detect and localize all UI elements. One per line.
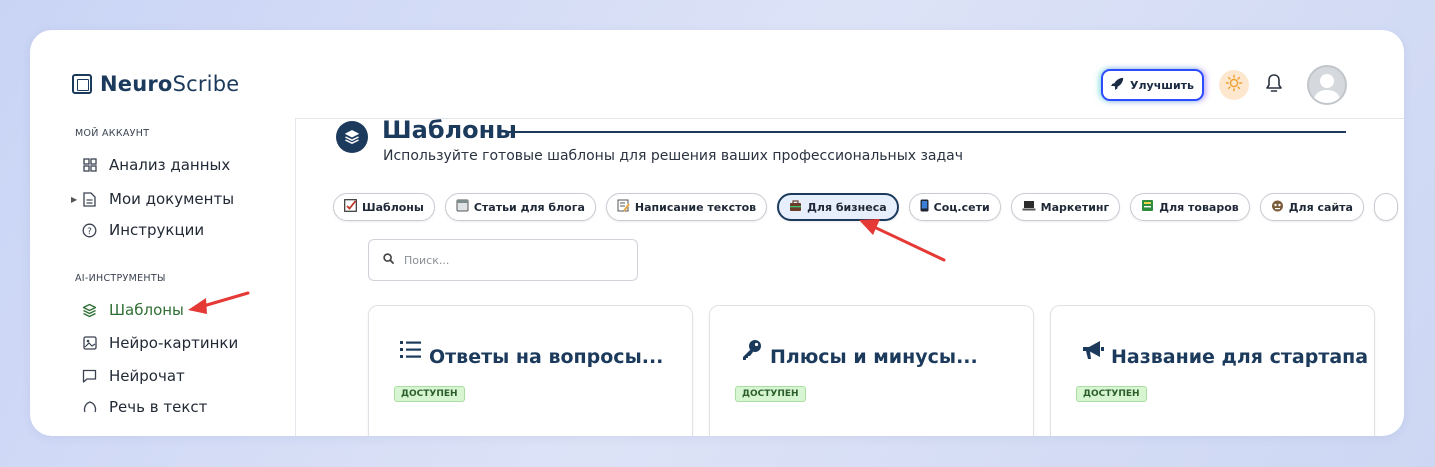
status-badge: ДОСТУПЕН [394, 386, 465, 402]
expand-caret-icon[interactable]: ▶ [71, 195, 77, 204]
header: NeuroScribe Улучшить [30, 30, 1404, 118]
chat-icon [82, 369, 97, 384]
title-divider [508, 131, 1346, 133]
chip-blog-articles[interactable]: Статьи для блога [444, 193, 596, 221]
layers-icon [82, 303, 97, 318]
upgrade-button[interactable]: Улучшить [1101, 69, 1204, 101]
page-title: Шаблоны [382, 118, 517, 144]
page-subtitle: Используйте готовые шаблоны для решения … [383, 148, 964, 164]
document-icon [82, 191, 97, 207]
sidebar-item-label: Нейрочат [109, 367, 185, 385]
memo-icon [617, 199, 630, 215]
grid-icon [82, 158, 97, 173]
sidebar-item-label: Анализ данных [109, 156, 231, 174]
chip-label: Написание текстов [634, 200, 757, 214]
search-input[interactable] [404, 253, 614, 267]
sidebar-item-my-documents[interactable]: Мои документы [82, 186, 234, 212]
sidebar-item-instructions[interactable]: ? Инструкции [82, 217, 204, 243]
sidebar: МОЙ АККАУНТ Анализ данных ▶ Мои документ… [30, 118, 296, 436]
chip-label: Для сайта [1288, 200, 1353, 214]
chip-label: Маркетинг [1040, 200, 1110, 214]
main-content: Шаблоны Используйте готовые шаблоны для … [296, 118, 1404, 436]
notebook-icon [456, 199, 469, 215]
card-title: Название для стартапа [1111, 346, 1369, 368]
category-chips: Шаблоны Статьи для блога Написание текст… [333, 193, 1398, 221]
theme-toggle-button[interactable] [1219, 70, 1249, 100]
sidebar-item-neuro-images[interactable]: Нейро-картинки [82, 330, 238, 356]
sidebar-item-neurochat[interactable]: Нейрочат [82, 363, 185, 389]
ledger-icon [1141, 199, 1154, 215]
chip-label: Для товаров [1159, 200, 1239, 214]
chip-templates[interactable]: Шаблоны [333, 193, 435, 221]
chip-for-business[interactable]: Для бизнеса [777, 193, 899, 221]
upgrade-label: Улучшить [1130, 78, 1194, 92]
layers-icon [336, 121, 368, 153]
key-icon [740, 338, 764, 362]
sidebar-item-data-analysis[interactable]: Анализ данных [82, 152, 230, 178]
template-card[interactable]: Ответы на вопросы... ДОСТУПЕН [368, 305, 693, 436]
laptop-icon [1022, 200, 1036, 215]
chip-label: Шаблоны [362, 200, 424, 214]
sidebar-item-speech-to-text[interactable]: Речь в текст [82, 394, 207, 420]
list-icon [399, 338, 423, 362]
search-icon [383, 253, 394, 267]
sidebar-item-templates[interactable]: Шаблоны [82, 297, 184, 323]
chip-text-writing[interactable]: Написание текстов [605, 193, 768, 221]
chip-social[interactable]: Соц.сети [908, 193, 1001, 221]
rocket-icon [1111, 77, 1124, 93]
chip-label: Для бизнеса [807, 200, 887, 214]
robot-face-icon [1271, 199, 1284, 215]
sidebar-item-label: Шаблоны [109, 301, 184, 319]
chip-products[interactable]: Для товаров [1130, 193, 1250, 221]
section-heading-ai-tools: AI-ИНСТРУМЕНТЫ [75, 273, 166, 284]
sidebar-item-label: Речь в текст [109, 398, 208, 416]
notifications-button[interactable] [1261, 71, 1287, 99]
status-badge: ДОСТУПЕН [1076, 386, 1147, 402]
status-badge: ДОСТУПЕН [735, 386, 806, 402]
briefcase-icon [789, 199, 802, 215]
help-icon: ? [82, 223, 97, 238]
svg-text:?: ? [87, 227, 92, 237]
app-window: NeuroScribe Улучшить МОЙ АККАУНТ Анализ … [30, 30, 1404, 436]
sun-icon [1225, 74, 1243, 97]
card-title: Плюсы и минусы... [770, 346, 978, 368]
template-card[interactable]: Плюсы и минусы... ДОСТУПЕН [709, 305, 1034, 436]
search-field[interactable] [368, 239, 638, 281]
sidebar-item-label: Мои документы [109, 190, 235, 208]
chip-label: Статьи для блога [473, 200, 585, 214]
bell-icon [1265, 73, 1283, 97]
chip-more[interactable] [1373, 193, 1398, 221]
sidebar-item-label: Нейро-картинки [109, 334, 239, 352]
chip-marketing[interactable]: Маркетинг [1010, 193, 1121, 221]
logo-icon [72, 74, 92, 94]
section-heading-account: МОЙ АККАУНТ [75, 128, 150, 139]
template-card[interactable]: Название для стартапа ДОСТУПЕН [1050, 305, 1375, 436]
sidebar-item-label: Инструкции [109, 221, 205, 239]
chip-label: Соц.сети [933, 200, 990, 214]
logo[interactable]: NeuroScribe [72, 72, 239, 96]
image-icon [82, 336, 97, 351]
checkbox-icon [344, 199, 357, 215]
logo-text: NeuroScribe [100, 72, 240, 96]
megaphone-icon [1081, 338, 1105, 362]
card-title: Ответы на вопросы... [429, 346, 664, 368]
chip-website[interactable]: Для сайта [1259, 193, 1364, 221]
speech-icon [82, 400, 97, 415]
phone-icon [920, 199, 929, 215]
avatar[interactable] [1307, 65, 1347, 105]
